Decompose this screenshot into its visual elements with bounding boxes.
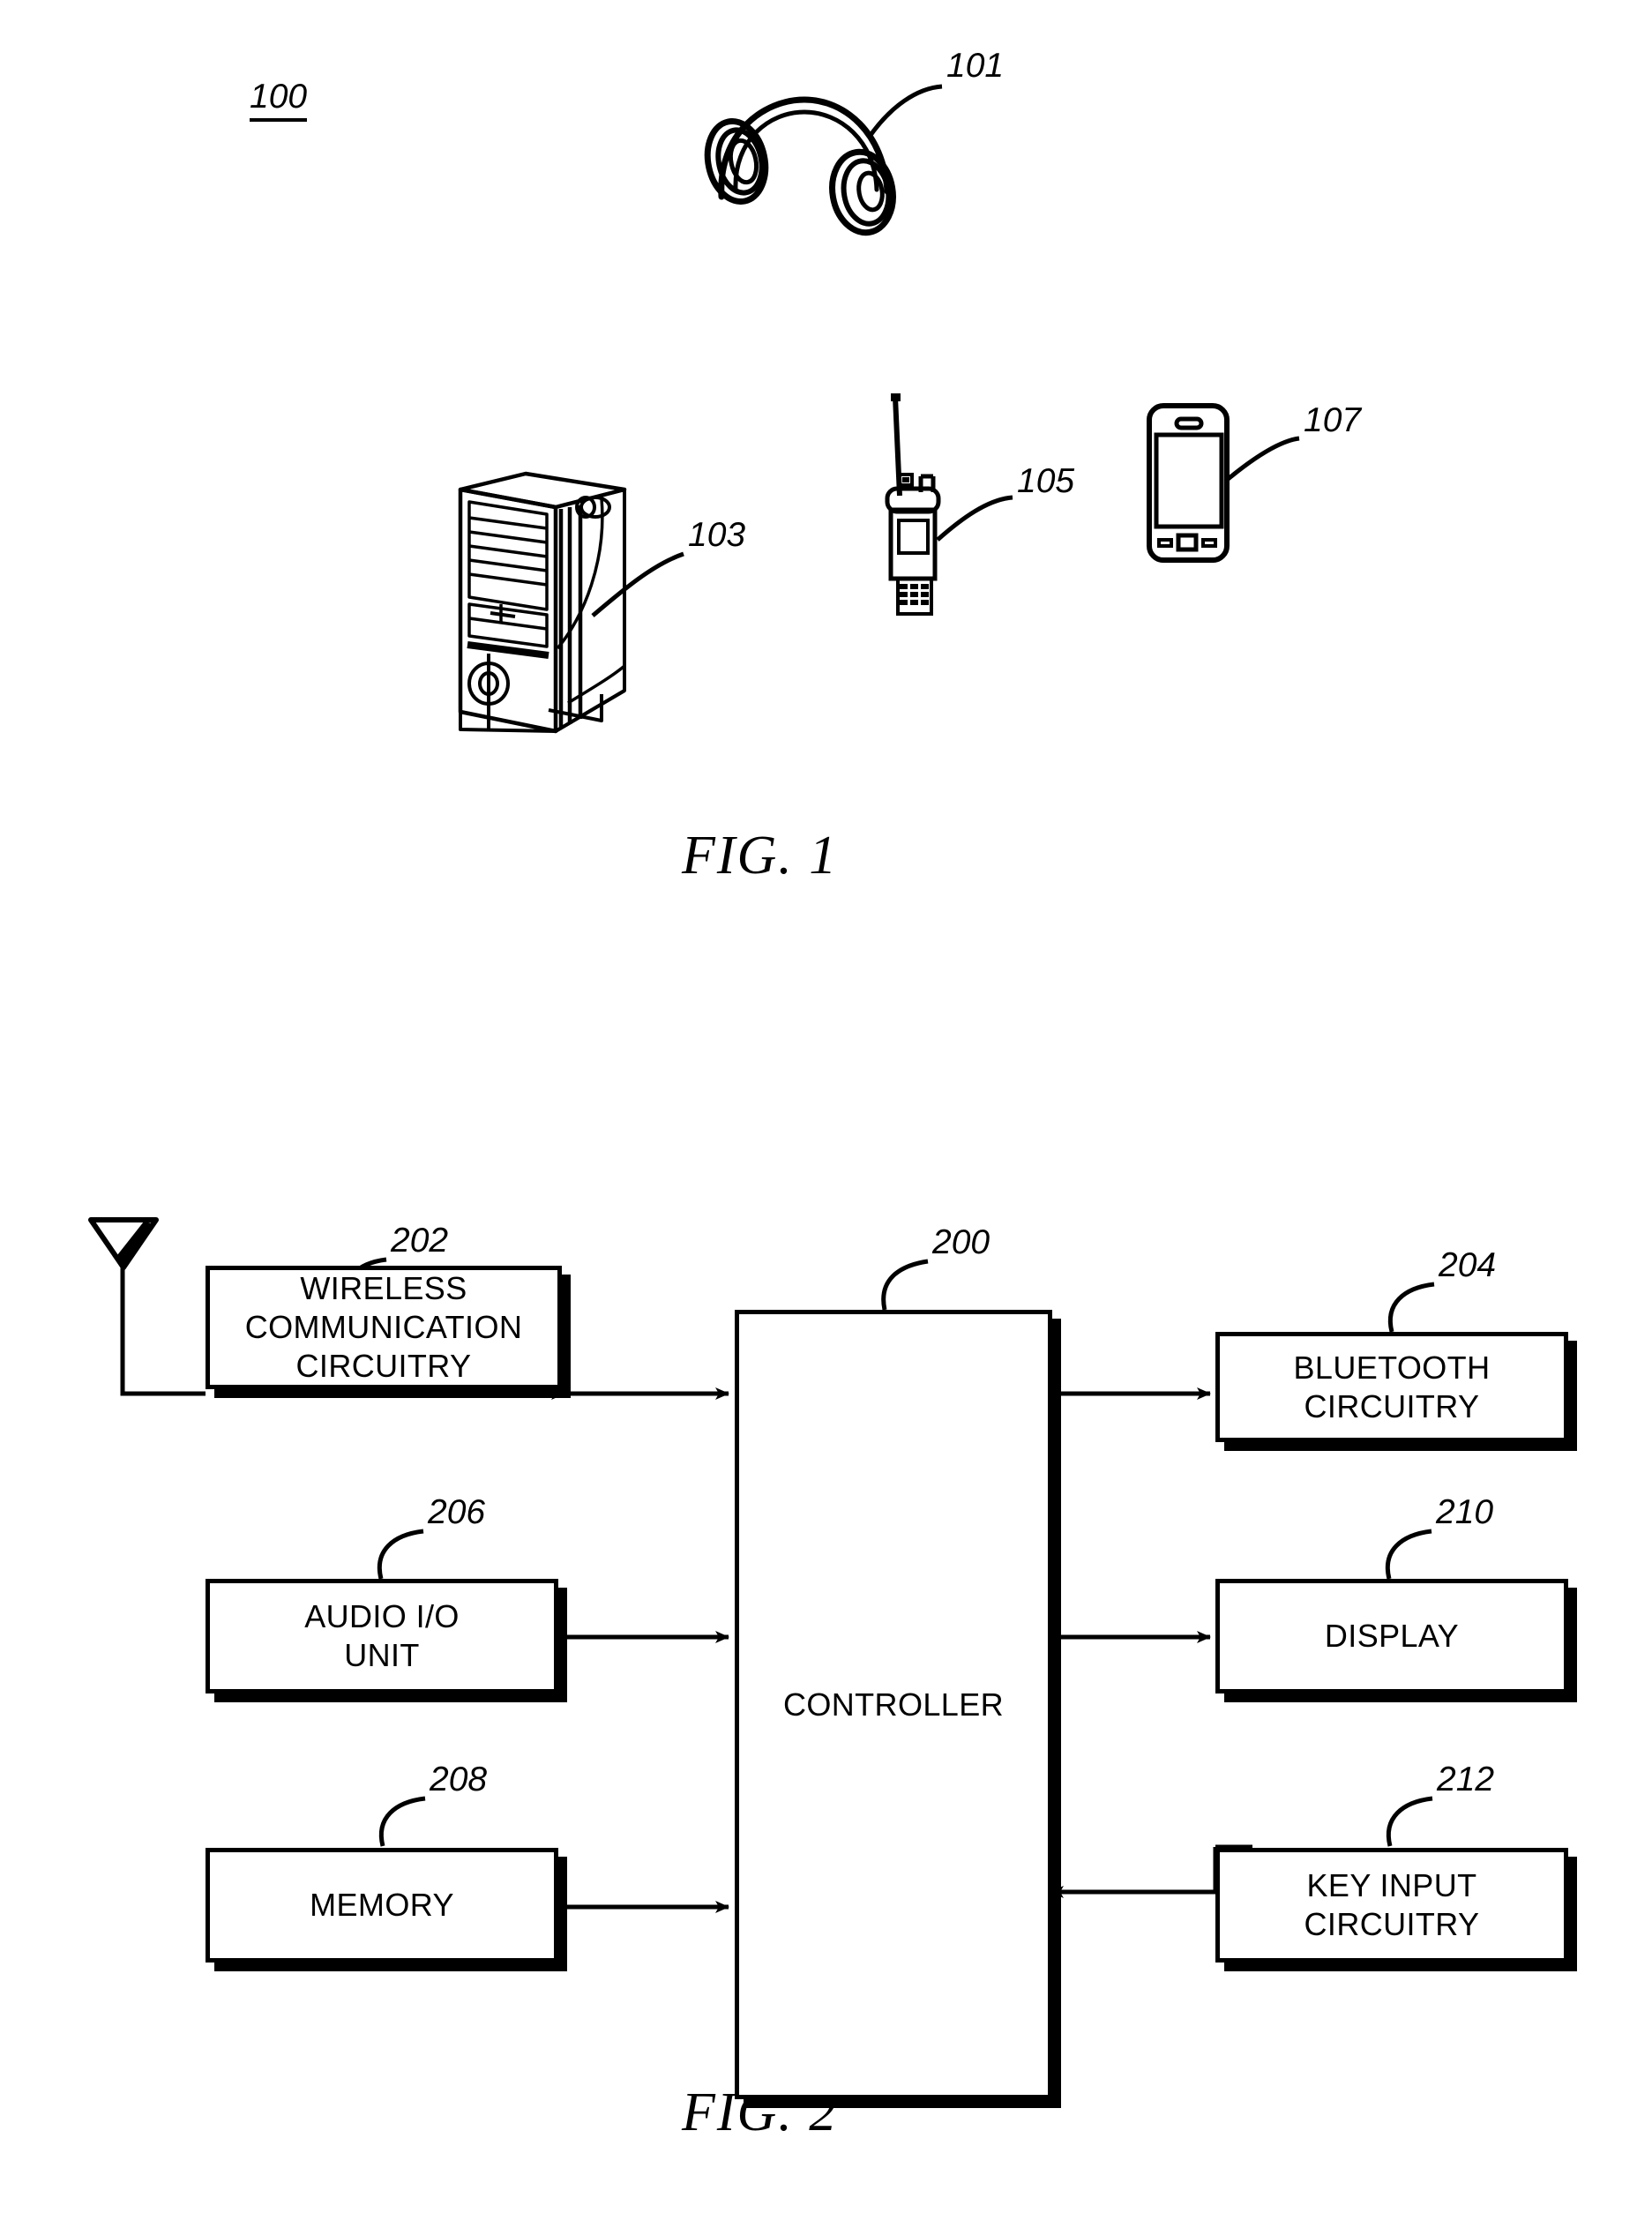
ref-label-103: 103	[688, 516, 746, 554]
block-memory-line-1: MEMORY	[310, 1887, 454, 1924]
antenna-icon	[88, 1217, 159, 1270]
desktop-computer-tower-icon	[458, 471, 627, 734]
two-way-radio-icon	[885, 393, 941, 616]
ref-label-208: 208	[430, 1761, 488, 1798]
block-memory[interactable]: MEMORY	[206, 1848, 558, 1963]
block-wireless-line-1: WIRELESS	[300, 1270, 467, 1307]
block-bluetooth-line-2: CIRCUITRY	[1304, 1387, 1480, 1424]
block-keyinput-line-1: KEY INPUT	[1306, 1867, 1477, 1904]
block-controller-label: CONTROLLER	[782, 1686, 1005, 1723]
system-label-100: 100	[250, 78, 308, 122]
figure-1-caption: FIG. 1	[682, 826, 839, 886]
block-wireless-line-2: COMMUNICATION	[244, 1309, 523, 1346]
block-audio-line-1: AUDIO I/O	[304, 1598, 460, 1635]
ref-label-206: 206	[428, 1493, 486, 1531]
ref-label-202: 202	[391, 1222, 449, 1260]
headphones-icon	[704, 96, 896, 236]
block-bluetooth-line-1: BLUETOOTH	[1293, 1349, 1491, 1386]
block-bluetooth-circuitry[interactable]: BLUETOOTH CIRCUITRY	[1215, 1332, 1568, 1442]
ref-label-204: 204	[1439, 1246, 1497, 1284]
block-wireless-line-3: CIRCUITRY	[295, 1347, 472, 1384]
ref-label-107: 107	[1304, 401, 1362, 439]
ref-label-210: 210	[1436, 1493, 1494, 1531]
block-display[interactable]: DISPLAY	[1215, 1579, 1568, 1693]
patent-drawing-sheet: 100 101 103 105 107 FIG. 1 202 200 204 2…	[0, 0, 1652, 2228]
ref-label-212: 212	[1437, 1761, 1495, 1798]
block-audio-io-unit[interactable]: AUDIO I/O UNIT	[206, 1579, 558, 1693]
block-audio-line-2: UNIT	[344, 1637, 420, 1673]
block-display-line-1: DISPLAY	[1324, 1618, 1460, 1655]
block-controller[interactable]: CONTROLLER	[735, 1310, 1052, 2099]
block-wireless-communication-circuitry[interactable]: WIRELESS COMMUNICATION CIRCUITRY	[206, 1266, 562, 1389]
mobile-phone-icon	[1147, 403, 1230, 563]
block-key-input-circuitry[interactable]: KEY INPUT CIRCUITRY	[1215, 1848, 1568, 1963]
block-keyinput-line-2: CIRCUITRY	[1304, 1906, 1480, 1942]
ref-label-105: 105	[1017, 462, 1075, 500]
ref-label-200: 200	[932, 1223, 990, 1261]
